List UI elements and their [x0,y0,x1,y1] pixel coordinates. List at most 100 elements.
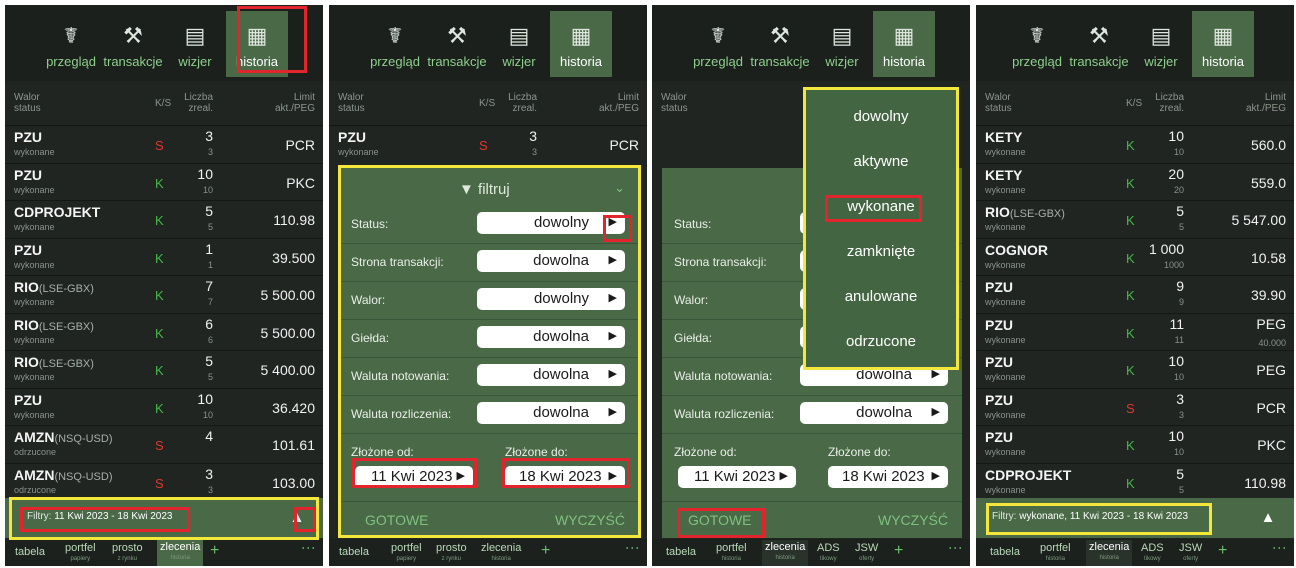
bottom-tab-ads[interactable]: ADS tikowy [817,543,840,565]
walor-name: AMZN(NSQ-USD) [14,429,113,445]
tab-wizjer[interactable]: ▤ wizjer [811,11,873,77]
list-item[interactable]: PZU wykonane S 3 3 PCR [976,387,1294,426]
dropdown-option[interactable]: zamknięte [806,243,956,260]
tab-przeglad[interactable]: ☤ przegląd [40,11,102,77]
bottom-tab-prosto[interactable]: prosto z rynku [112,543,143,565]
bottom-tab-tabela[interactable]: tabela [990,547,1020,558]
list-item[interactable]: RIO(LSE-GBX) wykonane K 7 7 5 500.00 [5,275,323,313]
list-item[interactable]: PZU wykonane K 10 10 PKC [976,425,1294,463]
bottom-tab-portfel[interactable]: portfel historia [1040,543,1071,565]
tab-transakcje[interactable]: ⚒ transakcje [426,11,488,77]
top-nav: ☤ przegląd ⚒ transakcje ▤ wizjer ▦ historia [329,5,647,81]
tab-label: transakcje [427,54,487,69]
col-walor: Walor [338,92,364,103]
bottom-tab-portfel[interactable]: portfel historia [716,543,747,565]
dropdown-option[interactable]: odrzucone [806,333,956,350]
list-item[interactable]: PZU wykonane S 3 3 PCR [5,125,323,163]
tab-wizjer[interactable]: ▤ wizjer [164,11,226,77]
more-menu-icon[interactable]: ⋮ [1272,541,1288,555]
chevron-up-icon[interactable]: ▲ [1256,506,1280,530]
tab-przeglad[interactable]: ☤ przegląd [687,11,749,77]
tab-wizjer[interactable]: ▤ wizjer [1130,11,1192,77]
add-tab-plus-icon[interactable]: + [1218,542,1227,560]
list-item[interactable]: KETY wykonane K 20 20 559.0 [976,162,1294,201]
caret-right-icon: ▶ [931,470,940,482]
tab-przeglad[interactable]: ☤ przegląd [1006,11,1068,77]
side-indicator: S [479,138,488,153]
list-item[interactable]: PZU wykonane K 9 9 39.90 [976,275,1294,313]
handshake-icon: ☤ [710,23,726,48]
bottom-tab-zlecenia[interactable]: zlecenia historia [1086,540,1133,566]
side-indicator: K [1126,438,1135,453]
add-tab-plus-icon[interactable]: + [210,542,219,560]
filter-field-label: Waluta notowania: [674,369,773,383]
bottom-nav: tabela portfel historia zlecenia historia … [652,539,970,566]
bottom-tab-portfel[interactable]: portfel papiery [391,543,422,565]
quantity-realized: 3 [207,484,213,495]
list-item[interactable]: PZU wykonane K 1 1 39.500 [5,237,323,276]
bottom-tab-ads[interactable]: ADS tikowy [1141,543,1164,565]
list-item[interactable]: PZU wykonane K 11 11 PEG 40.000 [976,312,1294,351]
highlight-done-button [677,508,765,538]
list-item[interactable]: AMZN(NSQ-USD) odrzucone S 4 101.61 [5,425,323,463]
more-menu-icon[interactable]: ⋮ [625,541,641,555]
col-status: status [338,103,365,114]
bottom-tab-zlecenia[interactable]: zlecenia historia [157,540,204,566]
list-item[interactable]: RIO(LSE-GBX) wykonane K 6 6 5 500.00 [5,312,323,351]
col-aktpeg: akt./PEG [274,103,315,114]
tab-transakcje[interactable]: ⚒ transakcje [102,11,164,77]
dropdown-option[interactable]: aktywne [806,153,956,170]
list-item[interactable]: CDPROJEKT wykonane K 5 5 110.98 [5,200,323,238]
tab-label: historia [1202,54,1244,69]
list-item[interactable]: PZU wykonane K 10 10 36.420 [5,387,323,426]
add-tab-plus-icon[interactable]: + [541,542,550,560]
quantity-realized: 20 [1173,184,1184,195]
highlight-status-arrow [603,215,632,242]
tab-przeglad[interactable]: ☤ przegląd [364,11,426,77]
bottom-tab-zlecenia[interactable]: zlecenia historia [762,540,809,566]
bottom-tab-portfel[interactable]: portfel papiery [65,543,96,565]
more-menu-icon[interactable]: ⋮ [948,541,964,555]
bottom-tab-jsw[interactable]: JSW oferty [1179,543,1202,565]
list-item[interactable]: CDPROJEKT wykonane K 5 5 110.98 [976,462,1294,501]
list-item[interactable]: PZU wykonane K 10 10 PEG [976,350,1294,388]
tab-transakcje[interactable]: ⚒ transakcje [1068,11,1130,77]
filter-select[interactable]: dowolna▶ [800,402,948,424]
bottom-tab-prosto[interactable]: prosto z rynku [436,543,467,565]
orders-list: KETY wykonane K 10 10 560.0 KETY wykonane K 20 20 5… [976,125,1294,500]
more-menu-icon[interactable]: ⋮ [301,541,317,555]
clear-button[interactable]: WYCZYŚĆ [878,512,948,528]
tab-transakcje[interactable]: ⚒ transakcje [749,11,811,77]
add-tab-plus-icon[interactable]: + [894,542,903,560]
walor-name: PZU [985,429,1013,445]
side-indicator: K [155,213,164,228]
order-status: wykonane [14,297,55,307]
list-item[interactable]: KETY wykonane K 10 10 560.0 [976,125,1294,163]
list-item[interactable]: RIO(LSE-GBX) wykonane K 5 5 5 547.00 [976,200,1294,238]
limit-value: 5 500.00 [260,287,316,303]
bottom-tab-jsw[interactable]: JSW oferty [855,543,878,565]
tab-historia[interactable]: ▦ historia [873,11,935,77]
dropdown-option[interactable]: anulowane [806,288,956,305]
quantity-realized: 3 [531,147,537,157]
list-item[interactable]: AMZN(NSQ-USD) odrzucone S 3 3 103.00 [5,462,323,501]
bottom-tab-zlecenia[interactable]: zlecenia historia [481,543,521,565]
limit-value: 103.00 [272,474,315,491]
list-item[interactable]: PZU wykonane S 3 3 PCR [329,125,647,163]
walor-name: RIO(LSE-GBX) [14,279,94,295]
limit-value: 110.98 [273,212,315,228]
list-item[interactable]: PZU wykonane K 10 10 PKC [5,162,323,201]
to-date-picker[interactable]: 18 Kwi 2023 ▶ [828,466,948,488]
list-item[interactable]: COGNOR wykonane K 1 000 1000 10.58 [976,237,1294,276]
bottom-tab-tabela[interactable]: tabela [339,547,369,558]
tab-wizjer[interactable]: ▤ wizjer [488,11,550,77]
dropdown-option[interactable]: dowolny [806,108,956,125]
bottom-tab-tabela[interactable]: tabela [15,547,45,558]
from-date-picker[interactable]: 11 Kwi 2023 ▶ [678,466,796,488]
tab-historia[interactable]: ▦ historia [1192,11,1254,77]
bottom-tab-tabela[interactable]: tabela [666,547,696,558]
order-status: wykonane [985,372,1026,382]
tab-historia[interactable]: ▦ historia [550,11,612,77]
order-status: wykonane [985,447,1026,457]
list-item[interactable]: RIO(LSE-GBX) wykonane K 5 5 5 400.00 [5,350,323,388]
